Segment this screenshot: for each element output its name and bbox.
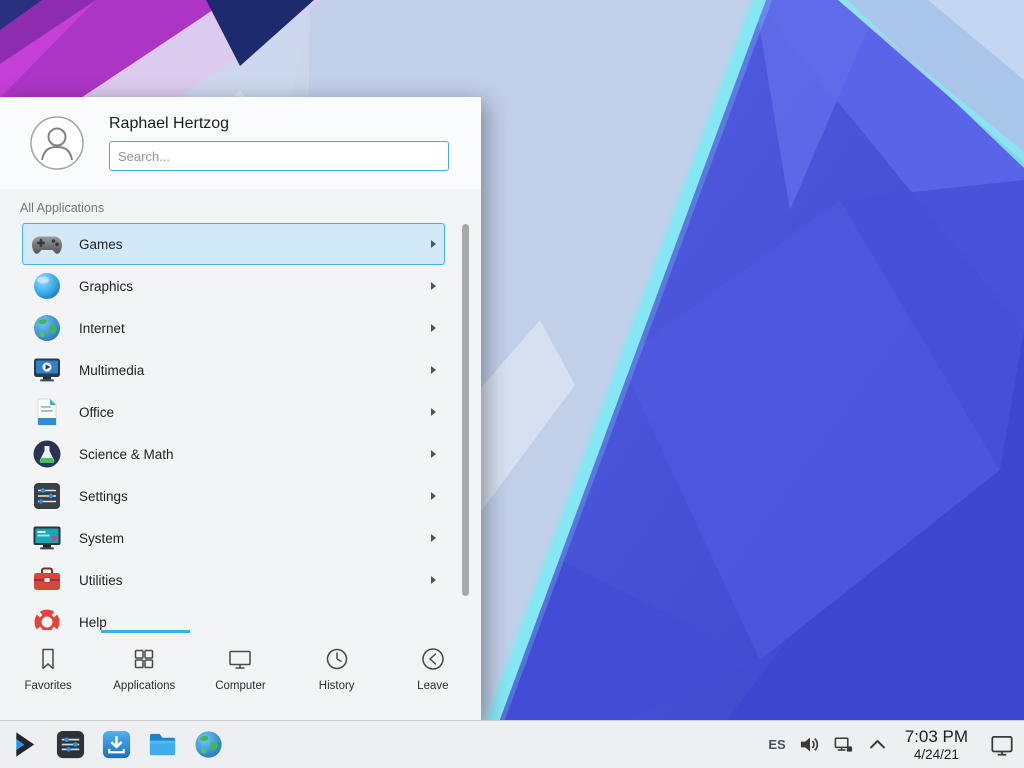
category-system[interactable]: System <box>22 517 445 559</box>
category-label: Multimedia <box>79 363 144 378</box>
media-display-icon <box>31 354 63 386</box>
avatar-icon <box>30 116 84 170</box>
digital-clock[interactable]: 7:03 PM 4/24/21 <box>905 727 968 762</box>
user-avatar[interactable] <box>30 116 84 170</box>
lifebuoy-icon <box>31 606 63 630</box>
submenu-arrow-icon <box>431 240 436 248</box>
kickoff-icon[interactable] <box>8 728 41 761</box>
leave-icon <box>419 645 447 673</box>
category-games[interactable]: Games <box>22 223 445 265</box>
settings-sliders-icon[interactable] <box>54 728 87 761</box>
submenu-arrow-icon <box>431 366 436 374</box>
submenu-arrow-icon <box>431 534 436 542</box>
sphere-icon <box>31 270 63 302</box>
volume-icon[interactable] <box>799 734 820 755</box>
tab-label: Leave <box>417 680 448 692</box>
category-label: Games <box>79 237 123 252</box>
category-label: Settings <box>79 489 128 504</box>
sliders-icon <box>31 480 63 512</box>
submenu-arrow-icon <box>431 576 436 584</box>
taskbar-launchers <box>8 728 225 761</box>
category-utilities[interactable]: Utilities <box>22 559 445 601</box>
launcher-tab-bar: Favorites Applications <box>0 630 481 720</box>
tab-computer[interactable]: Computer <box>192 630 288 720</box>
tab-label: History <box>319 680 355 692</box>
show-desktop-button[interactable] <box>988 725 1016 765</box>
submenu-arrow-icon <box>431 450 436 458</box>
download-icon[interactable] <box>100 728 133 761</box>
tab-label: Favorites <box>24 680 71 692</box>
flask-icon <box>31 438 63 470</box>
category-label: System <box>79 531 124 546</box>
system-tray: ES <box>768 725 1016 765</box>
clock-icon <box>323 645 351 673</box>
submenu-arrow-icon <box>431 492 436 500</box>
category-label: Help <box>79 615 107 630</box>
show-desktop-icon <box>988 731 1016 759</box>
category-label: Graphics <box>79 279 133 294</box>
category-multimedia[interactable]: Multimedia <box>22 349 445 391</box>
bookmark-icon <box>34 645 62 673</box>
system-monitor-icon <box>31 522 63 554</box>
category-label: Office <box>79 405 114 420</box>
category-label: Internet <box>79 321 125 336</box>
clock-date: 4/24/21 <box>905 747 968 762</box>
category-office[interactable]: Office <box>22 391 445 433</box>
category-list: Games Graphics <box>0 218 481 630</box>
grid-icon <box>130 645 158 673</box>
category-help[interactable]: Help <box>22 601 445 630</box>
network-icon[interactable] <box>833 734 854 755</box>
category-science-math[interactable]: Science & Math <box>22 433 445 475</box>
list-scrollbar[interactable] <box>462 224 469 596</box>
keyboard-layout-indicator[interactable]: ES <box>768 737 785 752</box>
category-graphics[interactable]: Graphics <box>22 265 445 307</box>
application-launcher: Raphael Hertzog All Applications <box>0 97 481 720</box>
clock-time: 7:03 PM <box>905 727 968 746</box>
gamepad-icon <box>31 228 63 260</box>
toolbox-icon <box>31 564 63 596</box>
category-label: Utilities <box>79 573 123 588</box>
globe-icon <box>31 312 63 344</box>
tab-label: Applications <box>113 680 175 692</box>
category-internet[interactable]: Internet <box>22 307 445 349</box>
tab-applications[interactable]: Applications <box>96 630 192 720</box>
browser-globe-icon[interactable] <box>192 728 225 761</box>
category-label: Science & Math <box>79 447 174 462</box>
expand-arrow-icon[interactable] <box>867 734 888 755</box>
desktop: Raphael Hertzog All Applications <box>0 0 1024 768</box>
launcher-header: Raphael Hertzog <box>0 97 481 189</box>
taskbar: ES <box>0 720 1024 768</box>
search-input[interactable] <box>109 141 449 171</box>
document-icon <box>31 396 63 428</box>
monitor-icon <box>226 645 254 673</box>
tab-history[interactable]: History <box>289 630 385 720</box>
submenu-arrow-icon <box>431 324 436 332</box>
folder-icon[interactable] <box>146 728 179 761</box>
tab-label: Computer <box>215 680 266 692</box>
tab-favorites[interactable]: Favorites <box>0 630 96 720</box>
submenu-arrow-icon <box>431 282 436 290</box>
user-name: Raphael Hertzog <box>109 115 449 133</box>
tab-leave[interactable]: Leave <box>385 630 481 720</box>
category-settings[interactable]: Settings <box>22 475 445 517</box>
active-tab-indicator <box>101 630 190 633</box>
header-right: Raphael Hertzog <box>109 115 449 171</box>
submenu-arrow-icon <box>431 408 436 416</box>
section-label: All Applications <box>0 189 481 218</box>
